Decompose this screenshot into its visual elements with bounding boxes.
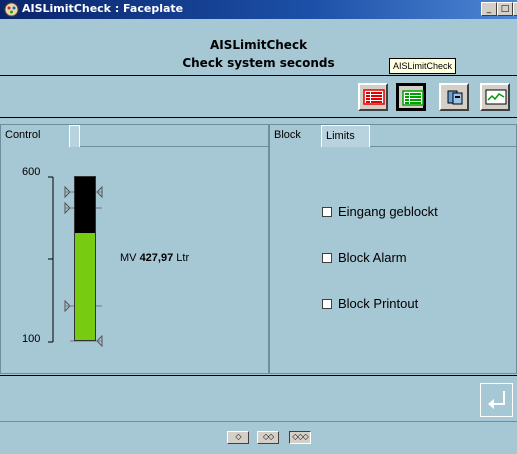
checkbox-label: Eingang geblockt <box>338 204 438 219</box>
nav-small-button[interactable]: ◇ <box>227 431 249 444</box>
enter-button[interactable] <box>480 383 513 417</box>
title-bar: AISLimitCheck : Faceplate _ □ × <box>0 0 517 19</box>
batch-view-button[interactable] <box>439 83 469 111</box>
tooltip: AISLimitCheck <box>389 58 457 74</box>
mv-unit: Ltr <box>176 252 190 264</box>
app-icon <box>4 2 19 17</box>
measured-value: MV 427,97 Ltr <box>120 252 189 264</box>
close-button[interactable]: × <box>513 2 517 16</box>
trend-list-icon <box>402 90 424 106</box>
tab-block[interactable]: Block <box>270 125 321 147</box>
checkbox[interactable] <box>322 207 332 217</box>
window-title: AISLimitCheck : Faceplate <box>22 2 184 15</box>
nav-large-button[interactable]: ◇◇◇ <box>289 431 311 444</box>
checkbox-label: Block Alarm <box>338 250 407 265</box>
checkbox-block-printout[interactable]: Block Printout <box>322 296 418 311</box>
checkbox-label: Block Printout <box>338 296 419 311</box>
value-bar-fill <box>75 233 95 340</box>
tab-empty <box>69 125 80 147</box>
scale-min-label: 100 <box>22 333 41 345</box>
nav-medium-button[interactable]: ◇◇ <box>257 431 279 444</box>
mv-label: MV <box>120 252 137 264</box>
batch-icon <box>447 90 463 105</box>
trend-curve-icon <box>485 89 507 105</box>
alarm-view-button[interactable] <box>358 83 388 111</box>
trend-list-view-button[interactable] <box>396 83 426 111</box>
checkbox-block-alarm[interactable]: Block Alarm <box>322 250 407 265</box>
maximize-button[interactable]: □ <box>497 2 513 16</box>
tab-limits[interactable]: Limits <box>321 125 370 147</box>
value-bar <box>74 176 96 341</box>
checkbox[interactable] <box>322 299 332 309</box>
faceplate-title: AISLimitCheck <box>209 38 308 52</box>
alarm-list-icon <box>363 89 385 105</box>
minimize-button[interactable]: _ <box>481 2 497 16</box>
mv-value: 427,97 <box>139 252 174 264</box>
message-area <box>0 375 517 422</box>
checkbox[interactable] <box>322 253 332 263</box>
checkbox-eingang-geblockt[interactable]: Eingang geblockt <box>322 204 438 219</box>
scale-max-label: 600 <box>22 166 41 178</box>
block-panel: Block Limits <box>269 124 517 374</box>
trend-view-button[interactable] <box>480 83 510 111</box>
tab-control[interactable]: Control <box>1 125 69 147</box>
view-toolbar <box>0 75 517 118</box>
enter-icon <box>488 391 505 409</box>
